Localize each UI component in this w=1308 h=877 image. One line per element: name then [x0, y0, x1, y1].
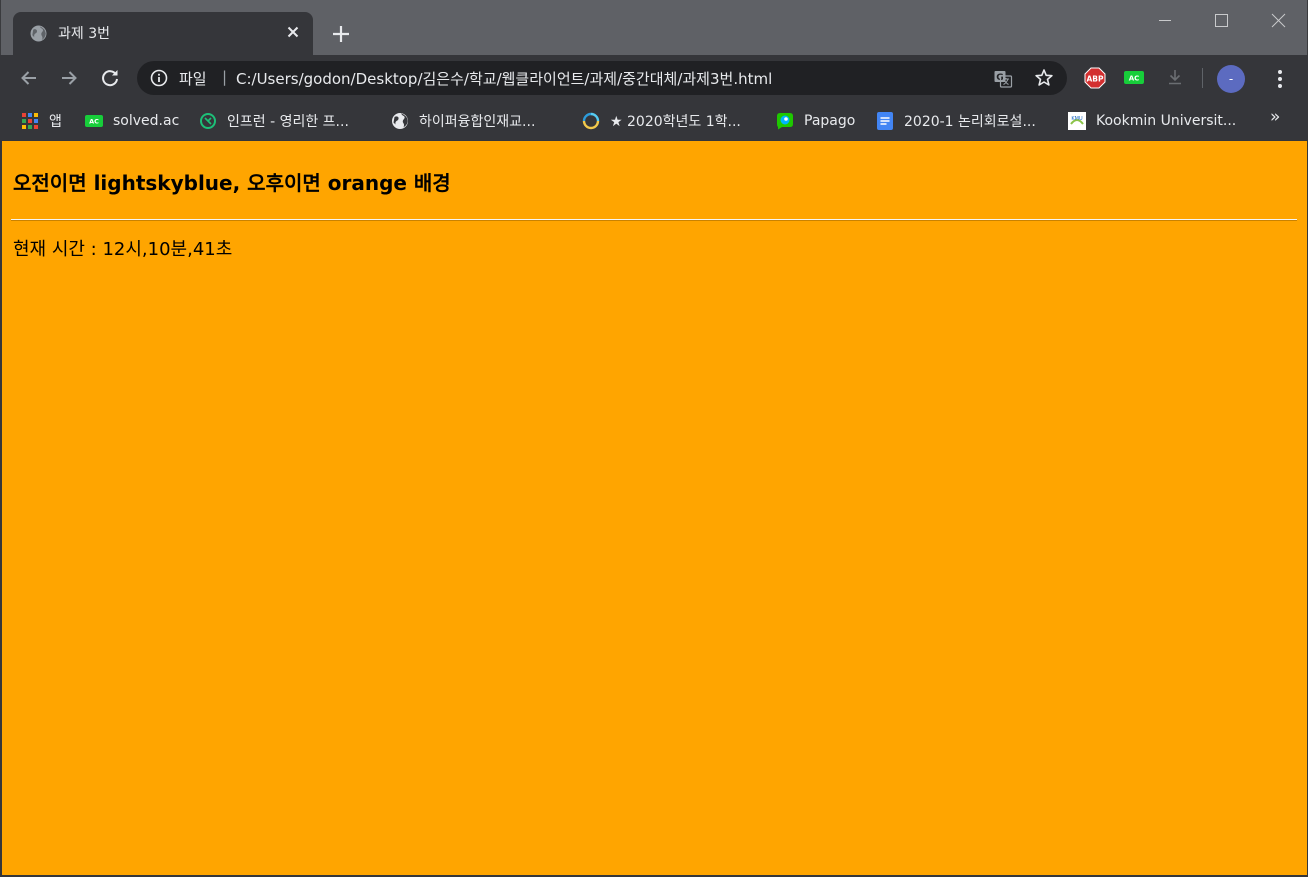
bookmark-kookmin-semester[interactable]: ★ 2020학년도 1학... — [582, 108, 741, 134]
globe-icon — [392, 113, 408, 129]
bookmark-label: solved.ac — [113, 113, 180, 129]
minimize-icon — [1159, 20, 1171, 21]
plus-icon — [333, 26, 349, 42]
close-icon — [1271, 13, 1286, 28]
inflearn-icon — [200, 113, 216, 129]
close-icon — [287, 26, 299, 38]
profile-avatar[interactable]: - — [1217, 65, 1245, 93]
bookmark-label: Papago — [804, 113, 856, 129]
kookmin-loader-icon — [582, 112, 600, 130]
svg-text:AC: AC — [89, 118, 99, 126]
maximize-button[interactable] — [1201, 6, 1241, 34]
bookmark-logic-circuit[interactable]: 2020-1 논리회로설... — [876, 108, 1036, 134]
window-close-button[interactable] — [1258, 6, 1298, 34]
url-text[interactable]: C:/Users/godon/Desktop/김은수/학교/웹클라이언트/과제/… — [236, 68, 772, 89]
scheme-separator: | — [222, 68, 228, 86]
kebab-menu-icon[interactable] — [1268, 67, 1292, 91]
abp-label: ABP — [1086, 75, 1104, 84]
bookmark-hyper-convergence[interactable]: 하이퍼융합인재교... — [391, 108, 535, 134]
bookmarks-overflow-button[interactable]: » — [1270, 107, 1280, 127]
maximize-icon — [1215, 14, 1228, 27]
address-bar[interactable]: 파일 | C:/Users/godon/Desktop/김은수/학교/웹클라이언… — [137, 61, 1067, 95]
globe-icon — [30, 25, 47, 42]
current-time-text: 현재 시간 : 12시,10분,41초 — [13, 239, 233, 260]
new-tab-button[interactable] — [327, 20, 355, 48]
google-docs-icon — [877, 112, 893, 130]
arrow-left-icon — [21, 71, 36, 85]
download-icon[interactable] — [1165, 67, 1185, 87]
bookmarks-bar: 앱 AC solved.ac 인프런 - 영리한 프... 하이퍼융합인재교..… — [0, 101, 1308, 141]
horizontal-rule — [11, 219, 1297, 221]
translate-icon[interactable]: G — [993, 69, 1013, 89]
tab-title: 과제 3번 — [58, 26, 110, 42]
reload-button[interactable] — [96, 64, 124, 92]
bookmark-label: ★ 2020학년도 1학... — [610, 114, 741, 130]
ac-label: AC — [1129, 75, 1140, 83]
toolbar-divider — [1202, 68, 1203, 88]
solvedac-icon: AC — [85, 115, 103, 127]
bookmark-inflearn[interactable]: 인프런 - 영리한 프... — [199, 108, 349, 134]
solvedac-extension-icon[interactable]: AC — [1124, 71, 1144, 84]
bookmark-label: 하이퍼융합인재교... — [419, 114, 536, 130]
browser-toolbar: 파일 | C:/Users/godon/Desktop/김은수/학교/웹클라이언… — [0, 55, 1308, 101]
bookmark-label: 앱 — [49, 114, 62, 130]
forward-button[interactable] — [55, 64, 83, 92]
bookmark-kookmin-university[interactable]: KMU Kookmin Universit... — [1068, 108, 1236, 134]
bookmark-apps[interactable]: 앱 — [21, 108, 62, 134]
papago-icon — [777, 113, 793, 130]
tab-close-button[interactable] — [283, 22, 303, 42]
tab-strip: 과제 3번 — [0, 0, 1308, 55]
browser-tab[interactable]: 과제 3번 — [13, 12, 313, 55]
info-icon[interactable] — [150, 69, 168, 87]
page-viewport: 오전이면 lightskyblue, 오후이면 orange 배경 현재 시간 … — [2, 141, 1307, 876]
adblock-plus-icon[interactable]: ABP — [1084, 67, 1106, 89]
bookmark-label: 2020-1 논리회로설... — [904, 114, 1036, 130]
scheme-label: 파일 — [179, 70, 207, 88]
kookmin-univ-icon: KMU — [1068, 112, 1086, 130]
reload-icon — [102, 70, 118, 87]
minimize-button[interactable] — [1145, 6, 1185, 34]
page-heading: 오전이면 lightskyblue, 오후이면 orange 배경 — [13, 171, 451, 195]
bookmark-solvedac[interactable]: AC solved.ac — [85, 108, 179, 134]
svg-text:KMU: KMU — [1071, 116, 1083, 122]
bookmark-papago[interactable]: Papago — [776, 108, 855, 134]
back-button[interactable] — [15, 64, 43, 92]
bookmark-star-icon[interactable] — [1034, 68, 1054, 88]
apps-grid-icon — [22, 113, 38, 129]
bookmark-label: Kookmin Universit... — [1096, 113, 1237, 129]
bookmark-label: 인프런 - 영리한 프... — [227, 114, 349, 130]
arrow-right-icon — [62, 71, 77, 85]
